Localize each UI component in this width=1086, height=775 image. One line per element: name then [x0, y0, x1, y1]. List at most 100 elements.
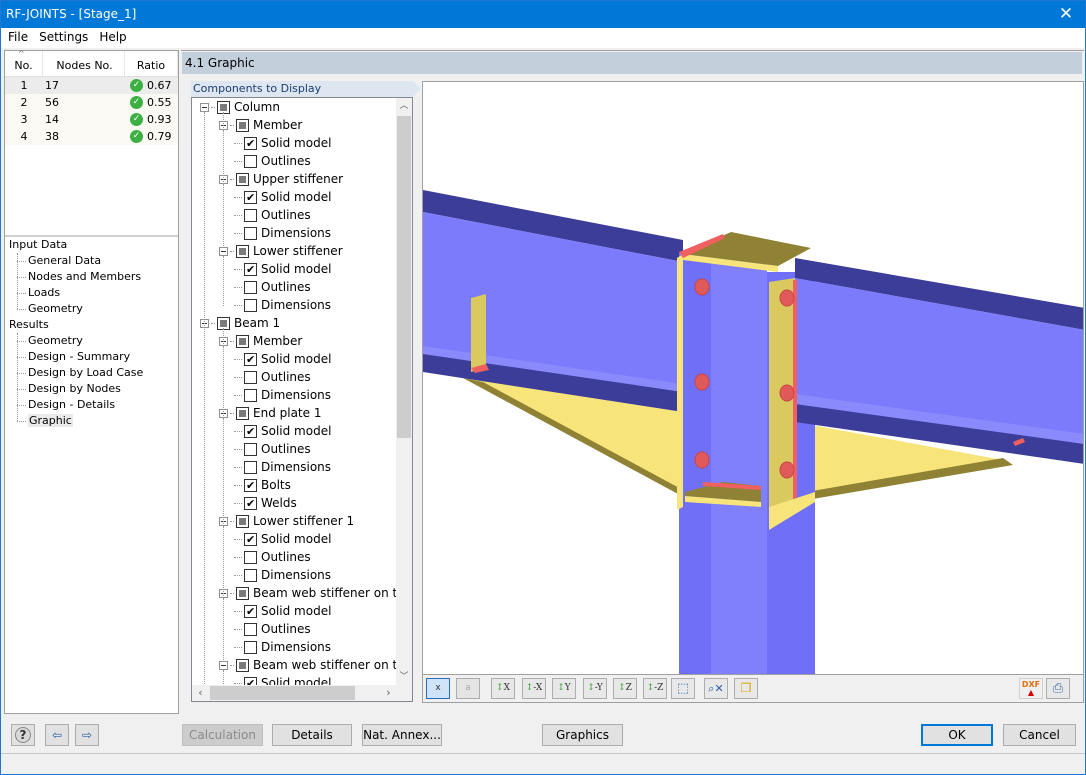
checkbox[interactable]: [236, 172, 249, 186]
export-button[interactable]: ⇨: [75, 724, 99, 746]
scroll-left-icon[interactable]: ‹: [192, 685, 209, 701]
tree-option[interactable]: Solid model: [234, 188, 331, 207]
tree-option[interactable]: Solid model: [234, 134, 331, 153]
checkbox[interactable]: [244, 388, 257, 402]
tree-group[interactable]: Lower stiffener: [219, 242, 343, 260]
view-z-button[interactable]: ↕Z: [613, 678, 637, 699]
tree-option[interactable]: Dimensions: [234, 458, 331, 476]
nat-annex-button[interactable]: Nat. Annex...: [362, 724, 442, 746]
col-header-no[interactable]: ^ No.: [5, 49, 43, 76]
show-dimensions-x-button[interactable]: x: [426, 678, 450, 699]
tree-option[interactable]: Dimensions: [234, 638, 331, 656]
tree-group[interactable]: End plate 1: [219, 404, 321, 422]
nav-item-general-data[interactable]: General Data: [5, 253, 178, 269]
collapse-icon[interactable]: [200, 102, 209, 112]
checkbox[interactable]: [244, 208, 257, 222]
checkbox[interactable]: [244, 351, 257, 369]
tree-option[interactable]: Solid model: [234, 260, 331, 279]
checkbox[interactable]: [244, 298, 257, 312]
checkbox[interactable]: [244, 603, 257, 621]
checkbox[interactable]: [244, 370, 257, 384]
nav-group-results[interactable]: Results: [5, 317, 178, 333]
col-header-nodes[interactable]: Nodes No.: [43, 51, 125, 76]
tree-option[interactable]: Dimensions: [234, 566, 331, 584]
checkbox[interactable]: [244, 640, 257, 654]
graphics-button[interactable]: Graphics: [542, 724, 623, 746]
cancel-button[interactable]: Cancel: [1003, 724, 1076, 746]
checkbox[interactable]: [244, 531, 257, 549]
checkbox[interactable]: [236, 514, 249, 528]
table-row[interactable]: 4 38 ✓ 0.79: [5, 128, 178, 145]
transparent-toggle-button[interactable]: ❐: [734, 678, 758, 699]
checkbox[interactable]: [244, 477, 257, 495]
view-minus-x-button[interactable]: ↕-X: [522, 678, 546, 699]
close-button[interactable]: ✕: [1047, 1, 1085, 28]
details-button[interactable]: Details: [272, 724, 352, 746]
nav-item-graphic[interactable]: Graphic: [5, 413, 178, 429]
collapse-icon[interactable]: [219, 246, 228, 256]
tree-option[interactable]: Outlines: [234, 440, 311, 458]
checkbox[interactable]: [244, 423, 257, 441]
tree-option[interactable]: Outlines: [234, 278, 311, 296]
ok-button[interactable]: OK: [921, 724, 993, 746]
checkbox[interactable]: [244, 442, 257, 456]
menu-help[interactable]: Help: [95, 28, 130, 47]
nav-group-input-data[interactable]: Input Data: [5, 237, 178, 253]
tree-group[interactable]: Lower stiffener 1: [219, 512, 354, 530]
tree-option[interactable]: Solid model: [234, 422, 331, 441]
tree-group[interactable]: Member: [219, 332, 302, 350]
table-row[interactable]: 3 14 ✓ 0.93: [5, 111, 178, 128]
import-button[interactable]: ⇦: [45, 724, 69, 746]
nav-item-geometry[interactable]: Geometry: [5, 333, 178, 349]
nav-item-design-by-load-case[interactable]: Design by Load Case: [5, 365, 178, 381]
scroll-up-icon[interactable]: ︿: [396, 98, 412, 115]
tree-option[interactable]: Outlines: [234, 548, 311, 566]
checkbox[interactable]: [244, 568, 257, 582]
checkbox[interactable]: [244, 280, 257, 294]
checkbox[interactable]: [236, 244, 249, 258]
tree-group[interactable]: Beam web stiffener on tape: [219, 584, 397, 602]
nav-item-nodes-and-members[interactable]: Nodes and Members: [5, 269, 178, 285]
nav-item-design-by-nodes[interactable]: Design by Nodes: [5, 381, 178, 397]
checkbox[interactable]: [236, 118, 249, 132]
tree-group[interactable]: Column: [200, 98, 280, 116]
checkbox[interactable]: [244, 154, 257, 168]
view-x-button[interactable]: ↕X: [491, 678, 515, 699]
nav-item-design-details[interactable]: Design - Details: [5, 397, 178, 413]
tree-option[interactable]: Dimensions: [234, 224, 331, 242]
checkbox[interactable]: [244, 189, 257, 207]
scroll-right-icon[interactable]: ›: [380, 685, 397, 701]
checkbox[interactable]: [244, 226, 257, 240]
isometric-view-button[interactable]: ⬚: [671, 678, 695, 699]
print-button[interactable]: ⎙: [1046, 678, 1070, 699]
tree-option[interactable]: Outlines: [234, 620, 311, 638]
scroll-thumb-horizontal[interactable]: [210, 686, 355, 700]
checkbox[interactable]: [236, 586, 249, 600]
checkbox[interactable]: [244, 460, 257, 474]
tree-option[interactable]: Dimensions: [234, 386, 331, 404]
tree-option[interactable]: Dimensions: [234, 296, 331, 314]
show-dimensions-a-button[interactable]: a: [456, 678, 480, 699]
table-row[interactable]: 1 17 ✓ 0.67: [5, 77, 178, 94]
checkbox[interactable]: [244, 550, 257, 564]
tree-option[interactable]: Bolts: [234, 476, 291, 495]
help-button[interactable]: ?: [11, 724, 35, 746]
checkbox[interactable]: [244, 622, 257, 636]
nav-item-loads[interactable]: Loads: [5, 285, 178, 301]
view-y-button[interactable]: ↕Y: [552, 678, 576, 699]
checkbox[interactable]: [244, 261, 257, 279]
checkbox[interactable]: [244, 135, 257, 153]
tree-group[interactable]: Beam web stiffener on tape: [219, 656, 397, 674]
tree-option[interactable]: Solid model: [234, 530, 331, 549]
tree-option[interactable]: Outlines: [234, 368, 311, 386]
scroll-down-icon[interactable]: ﹀: [396, 669, 412, 686]
vertical-scrollbar[interactable]: ︿ ﹀: [396, 98, 412, 686]
col-header-ratio[interactable]: Ratio: [125, 51, 178, 76]
checkbox[interactable]: [236, 658, 249, 672]
checkbox[interactable]: [236, 334, 249, 348]
checkbox[interactable]: [244, 495, 257, 513]
checkbox[interactable]: [236, 406, 249, 420]
calculation-button[interactable]: Calculation: [182, 724, 263, 746]
collapse-icon[interactable]: [219, 660, 228, 670]
tree-option[interactable]: Outlines: [234, 206, 311, 224]
